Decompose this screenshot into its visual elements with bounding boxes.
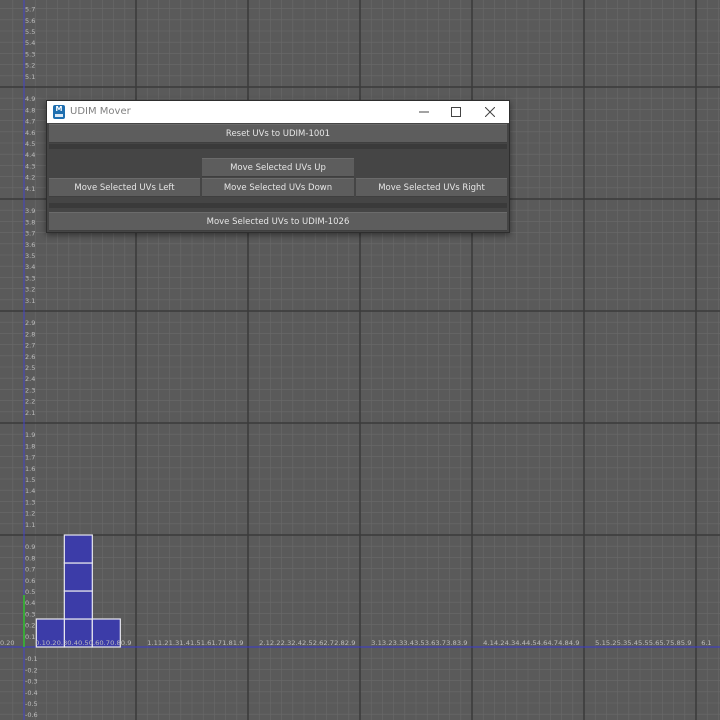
- v-tick-label: 4.4: [25, 151, 35, 159]
- v-tick-label: 0.8: [25, 554, 35, 562]
- window-titlebar[interactable]: M UDIM Mover: [47, 101, 509, 123]
- v-tick-label: 3.6: [25, 241, 35, 249]
- v-tick-label: -0.5: [25, 700, 38, 708]
- v-tick-label: 1.3: [25, 498, 35, 506]
- window-title: UDIM Mover: [70, 106, 131, 117]
- v-tick-label: 1.8: [25, 442, 35, 450]
- v-tick-label: 5.4: [25, 39, 35, 47]
- v-tick-label: 3.2: [25, 286, 35, 294]
- maximize-icon: [451, 107, 461, 117]
- v-tick-label: 5.5: [25, 28, 35, 36]
- uv-shell-face: [63, 590, 93, 620]
- v-tick-label: 0.3: [25, 610, 35, 618]
- move-down-button[interactable]: Move Selected UVs Down: [202, 178, 354, 197]
- v-tick-label: 5.1: [25, 73, 35, 81]
- v-tick-label: 0.1: [25, 633, 35, 641]
- v-tick-label: 4.1: [25, 185, 35, 193]
- v-tick-label: 0.5: [25, 588, 35, 596]
- u-tick-label: 6.1: [701, 639, 711, 647]
- v-tick-label: 4.7: [25, 118, 35, 126]
- v-tick-label: -0.3: [25, 678, 38, 686]
- v-tick-label: -0.2: [25, 666, 38, 674]
- u-tick-label: 3.13.23.33.43.53.63.73.83.9: [371, 639, 467, 647]
- v-tick-label: 0.7: [25, 566, 35, 574]
- u-tick-label: 2.12.22.32.42.52.62.72.82.9: [259, 639, 355, 647]
- u-tick-label: 4.14.24.34.44.54.64.74.84.9: [483, 639, 579, 647]
- v-tick-label: 2.4: [25, 375, 35, 383]
- v-tick-label: 4.5: [25, 140, 35, 148]
- reset-uvs-button[interactable]: Reset UVs to UDIM-1001: [49, 124, 507, 143]
- v-tick-label: 1.1: [25, 521, 35, 529]
- app-icon-letter: M: [55, 105, 63, 113]
- v-tick-label: 5.7: [25, 6, 35, 14]
- v-tick-label: 3.3: [25, 274, 35, 282]
- v-tick-label: 3.1: [25, 297, 35, 305]
- v-tick-label: 2.2: [25, 398, 35, 406]
- v-tick-label: -0.6: [25, 711, 38, 719]
- v-tick-label: 1.6: [25, 465, 35, 473]
- u-tick-label: 1.11.21.31.41.51.61.71.81.9: [147, 639, 243, 647]
- v-tick-label: 1.7: [25, 454, 35, 462]
- v-tick-label: 4.2: [25, 174, 35, 182]
- maximize-button[interactable]: [441, 101, 471, 123]
- v-tick-label: 4.9: [25, 95, 35, 103]
- v-tick-label: 2.6: [25, 353, 35, 361]
- v-tick-label: 3.9: [25, 207, 35, 215]
- v-tick-label: 1.4: [25, 487, 35, 495]
- v-tick-label: -0.4: [25, 689, 38, 697]
- udim-mover-window: M UDIM Mover Reset UVs to UDIM-1001 Move…: [46, 100, 510, 233]
- u-tick-label: 5.15.25.35.45.55.65.75.85.9: [595, 639, 691, 647]
- v-tick-label: 2.9: [25, 319, 35, 327]
- v-tick-label: 4.3: [25, 162, 35, 170]
- v-tick-label: 0.6: [25, 577, 35, 585]
- v-tick-label: 2.1: [25, 409, 35, 417]
- v-tick-label: 1.9: [25, 431, 35, 439]
- v-tick-label: 5.6: [25, 17, 35, 25]
- separator: [49, 203, 507, 208]
- v-tick-label: 0.4: [25, 599, 35, 607]
- v-tick-label: 4.6: [25, 129, 35, 137]
- v-tick-label: 1.5: [25, 476, 35, 484]
- minimize-icon: [419, 111, 429, 113]
- close-icon: [485, 107, 495, 117]
- maya-app-icon: M: [53, 105, 65, 119]
- v-tick-label: 3.5: [25, 252, 35, 260]
- v-tick-label: 3.7: [25, 230, 35, 238]
- v-tick-label: 3.8: [25, 218, 35, 226]
- v-tick-label: 0.2: [25, 622, 35, 630]
- separator: [49, 144, 507, 149]
- v-tick-label: 3.4: [25, 263, 35, 271]
- u-tick-label: 0.10.20.30.40.50.60.70.80.9: [35, 639, 131, 647]
- close-button[interactable]: [475, 101, 505, 123]
- uv-shell-face: [63, 562, 93, 592]
- v-tick-label: 2.7: [25, 342, 35, 350]
- minimize-button[interactable]: [409, 101, 439, 123]
- move-to-udim-1026-button[interactable]: Move Selected UVs to UDIM-1026: [49, 212, 507, 231]
- v-tick-label: 2.5: [25, 364, 35, 372]
- v-tick-label: 5.3: [25, 50, 35, 58]
- uv-shell-face: [63, 534, 93, 564]
- v-tick-label: 5.2: [25, 62, 35, 70]
- move-right-button[interactable]: Move Selected UVs Right: [356, 178, 507, 197]
- u-tick-label: 0.20: [0, 639, 14, 647]
- v-tick-label: 2.8: [25, 330, 35, 338]
- v-tick-label: 0.9: [25, 543, 35, 551]
- v-tick-label: 2.3: [25, 386, 35, 394]
- v-tick-label: -0.1: [25, 655, 38, 663]
- move-up-button[interactable]: Move Selected UVs Up: [202, 158, 354, 177]
- v-tick-label: 4.8: [25, 106, 35, 114]
- v-tick-label: 1.2: [25, 510, 35, 518]
- move-left-button[interactable]: Move Selected UVs Left: [49, 178, 200, 197]
